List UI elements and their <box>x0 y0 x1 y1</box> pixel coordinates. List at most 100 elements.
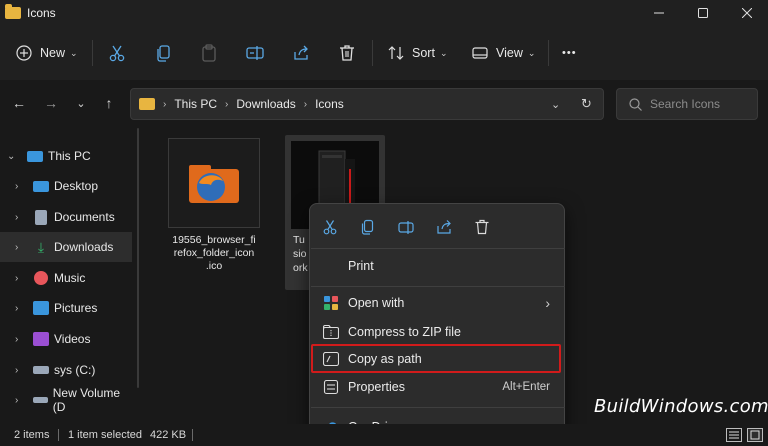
copy-button[interactable] <box>155 39 173 67</box>
cut-button[interactable] <box>108 39 126 67</box>
sidebar-item-label: Downloads <box>54 240 114 254</box>
back-button[interactable]: ← <box>8 92 30 114</box>
large-icons-view-icon <box>750 430 760 440</box>
maximize-button[interactable] <box>680 0 726 26</box>
rename-icon <box>398 221 414 234</box>
menu-item-open-with[interactable]: Open with › <box>310 289 566 317</box>
view-label: View <box>496 46 523 60</box>
refresh-icon[interactable]: ↻ <box>581 96 592 112</box>
more-options-button[interactable]: ••• <box>562 39 577 67</box>
share-icon <box>437 220 451 234</box>
music-icon <box>34 271 48 285</box>
address-history-chevron-icon[interactable]: ⌄ <box>551 98 560 111</box>
sidebar-item-music[interactable]: › Music <box>0 263 132 293</box>
chevron-right-icon: › <box>15 333 19 345</box>
share-button[interactable] <box>292 39 310 67</box>
context-quick-actions <box>310 212 566 242</box>
sidebar-item-label: Desktop <box>54 179 99 193</box>
search-input[interactable] <box>650 97 750 111</box>
minimize-button[interactable] <box>636 0 682 26</box>
status-selected: 1 item selected <box>68 429 142 441</box>
address-bar[interactable]: › This PC › Downloads › Icons ⌄ ↻ <box>130 88 604 120</box>
details-view-button[interactable] <box>726 428 742 442</box>
search-icon <box>629 97 642 111</box>
arrow-left-icon: ← <box>12 95 26 111</box>
recent-locations-button[interactable]: ⌄ <box>70 92 92 114</box>
menu-item-compress-zip[interactable]: Compress to ZIP file <box>310 318 566 346</box>
rename-button[interactable] <box>246 39 264 67</box>
search-box[interactable] <box>616 88 758 120</box>
sidebar-item-desktop[interactable]: › Desktop <box>0 171 132 201</box>
view-button[interactable]: View ⌄ <box>472 39 535 67</box>
file-item[interactable]: 19556_browser_fi refox_folder_icon .ico <box>168 138 268 273</box>
sidebar-item-new-volume-d[interactable]: › New Volume (D <box>0 385 132 415</box>
cut-icon <box>323 220 337 235</box>
chevron-right-icon: › <box>15 394 19 406</box>
sort-button[interactable]: Sort ⌄ <box>388 39 447 67</box>
sidebar-item-pictures[interactable]: › Pictures <box>0 293 132 323</box>
menu-item-label: Compress to ZIP file <box>348 325 462 339</box>
breadcrumb-icons[interactable]: Icons <box>315 97 344 111</box>
rename-icon <box>246 46 264 60</box>
drive-icon <box>33 366 49 374</box>
new-button[interactable]: New ⌄ <box>16 39 78 67</box>
sidebar-item-videos[interactable]: › Videos <box>0 324 132 354</box>
details-view-icon <box>729 431 739 439</box>
sidebar-item-downloads[interactable]: › ⤓ Downloads <box>0 232 132 262</box>
status-size: 422 KB <box>150 429 187 441</box>
file-name-line: ork <box>293 262 308 274</box>
chevron-right-icon: › <box>15 180 19 192</box>
watermark-text: BuildWindows.com <box>594 396 768 417</box>
sort-label: Sort <box>412 46 435 60</box>
arrow-right-icon: → <box>44 95 58 111</box>
ctx-delete-button[interactable] <box>471 216 493 238</box>
ctx-copy-button[interactable] <box>357 216 379 238</box>
menu-divider <box>311 248 565 249</box>
new-label: New <box>40 46 66 60</box>
sidebar-item-sys-c[interactable]: › sys (C:) <box>0 355 132 385</box>
menu-item-properties[interactable]: Properties Alt+Enter <box>310 373 566 401</box>
menu-item-print[interactable]: Print <box>310 252 566 280</box>
cut-icon <box>109 45 125 62</box>
sidebar-item-documents[interactable]: › Documents <box>0 202 132 232</box>
folder-icon <box>139 98 155 110</box>
breadcrumb-downloads[interactable]: Downloads <box>236 97 295 111</box>
ctx-rename-button[interactable] <box>395 216 417 238</box>
documents-icon <box>35 209 47 225</box>
paste-button[interactable] <box>200 39 218 67</box>
forward-button[interactable]: → <box>40 92 62 114</box>
copy-icon <box>157 45 170 62</box>
ctx-share-button[interactable] <box>433 216 455 238</box>
close-button[interactable] <box>724 0 768 26</box>
menu-item-label: Open with <box>348 296 405 310</box>
file-name-line: 19556_browser_fi <box>172 234 256 246</box>
ctx-cut-button[interactable] <box>319 216 341 238</box>
large-icons-view-button[interactable] <box>747 428 763 442</box>
firefox-folder-icon <box>189 165 239 203</box>
chevron-right-icon: › <box>15 272 19 284</box>
menu-item-label: Properties <box>348 380 405 394</box>
chevron-down-icon: ⌄ <box>70 47 78 58</box>
delete-button[interactable] <box>338 39 356 67</box>
menu-divider <box>311 286 565 287</box>
sidebar-scrollbar[interactable] <box>137 128 139 388</box>
sidebar-item-this-pc[interactable]: ⌄ This PC <box>0 141 132 171</box>
folder-icon <box>5 4 21 19</box>
videos-icon <box>33 332 49 346</box>
sidebar-item-label: Videos <box>54 332 91 346</box>
divider <box>192 429 193 441</box>
file-name-line: .ico <box>205 260 223 272</box>
minimize-icon <box>654 12 664 14</box>
drive-icon <box>32 397 48 403</box>
arrow-up-icon: ↑ <box>105 95 113 111</box>
navigation-pane: ⌄ This PC › Desktop › Documents › ⤓ Down… <box>0 128 140 424</box>
status-item-count: 2 items <box>14 429 50 441</box>
close-icon <box>742 8 752 18</box>
breadcrumb-this-pc[interactable]: This PC <box>174 97 217 111</box>
desktop-icon <box>33 180 49 192</box>
up-button[interactable]: ↑ <box>98 92 120 114</box>
keyboard-shortcut: Alt+Enter <box>502 381 550 393</box>
sidebar-item-label: sys (C:) <box>54 363 96 377</box>
download-icon: ⤓ <box>37 238 45 255</box>
sidebar-item-label: This PC <box>48 149 91 163</box>
